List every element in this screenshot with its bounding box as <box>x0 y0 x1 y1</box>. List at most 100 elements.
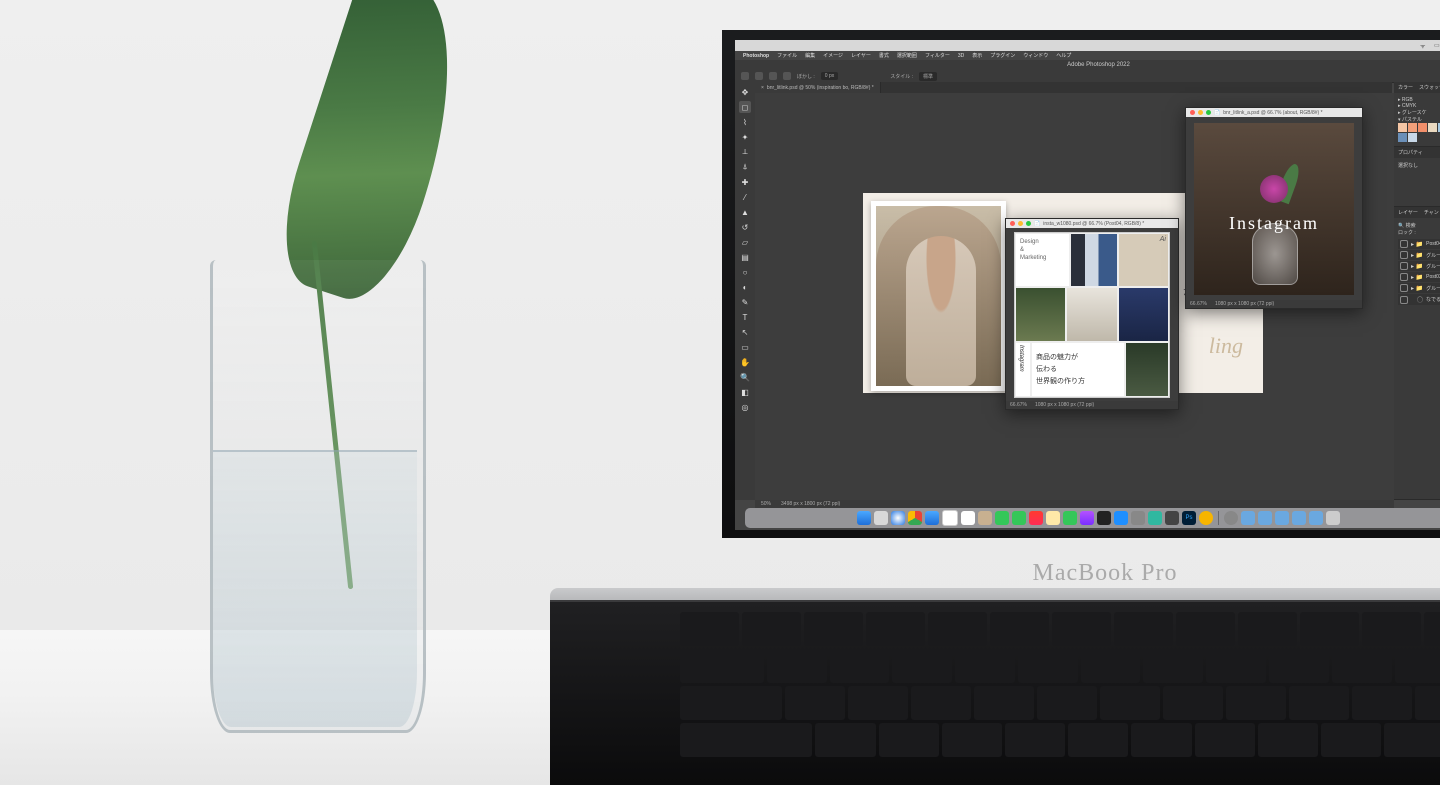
document-tab-bar[interactable]: × bnr_litlink.psd @ 50% (inspiration bo,… <box>755 82 1392 93</box>
floating-document-insta-banner[interactable]: 📄 bnr_litlink_a.psd @ 66.7% (about, RGB/… <box>1185 107 1363 309</box>
image-cell[interactable] <box>1125 342 1169 397</box>
zoom-level[interactable]: 66.67% <box>1190 301 1207 307</box>
zoom-icon[interactable] <box>1026 221 1031 226</box>
macos-menubar[interactable]: ᯤ ▭ ⌘ <box>735 40 1440 51</box>
hand-tool-icon[interactable]: ✋ <box>739 356 751 368</box>
folder-icon[interactable] <box>1309 511 1323 525</box>
image-cell[interactable] <box>1015 287 1066 342</box>
layers-panel-tab[interactable]: レイヤー <box>1398 209 1418 216</box>
folder-icon[interactable] <box>1292 511 1306 525</box>
script-text[interactable]: ling <box>1209 333 1243 359</box>
menu-edit[interactable]: 編集 <box>805 52 815 59</box>
swatch[interactable] <box>1408 123 1417 132</box>
menu-window[interactable]: ウィンドウ <box>1023 52 1048 59</box>
swatch-group[interactable]: ▸ グレースケ <box>1398 109 1440 116</box>
image-cell[interactable]: Ai <box>1118 233 1169 288</box>
layer-row[interactable]: ▸ 📁Post03 <box>1398 272 1440 282</box>
folder-icon[interactable] <box>1241 511 1255 525</box>
swatches-panel[interactable]: ▸ RGB ▸ CMYK ▸ グレースケ ▾ パステル <box>1394 93 1440 147</box>
menu-layer[interactable]: レイヤー <box>851 52 871 59</box>
menu-help[interactable]: ヘルプ <box>1056 52 1071 59</box>
channels-panel-tab[interactable]: チャン <box>1424 209 1439 216</box>
insta-post-artboard[interactable]: Design & Marketing Ai <box>1014 232 1170 398</box>
image-cell[interactable] <box>1070 233 1117 288</box>
settings-icon[interactable] <box>1131 511 1145 525</box>
canvas-area[interactable]: イン か分からない ling 📄 insta_w1080.psd @ 66.7%… <box>755 93 1394 500</box>
minimize-icon[interactable] <box>1018 221 1023 226</box>
eraser-tool-icon[interactable]: ▱ <box>739 236 751 248</box>
layer-row[interactable]: ◯なでる <box>1398 294 1440 305</box>
fg-bg-color-icon[interactable]: ◧ <box>739 386 751 398</box>
notes-icon[interactable] <box>1046 511 1060 525</box>
insta-banner-artboard[interactable]: Instagram <box>1194 123 1354 295</box>
messages-icon[interactable] <box>995 511 1009 525</box>
copy-cell[interactable]: 商品の魅力が 伝わる 世界観の作り方 <box>1031 342 1125 397</box>
window-titlebar[interactable]: 📄 bnr_litlink_a.psd @ 66.7% (about, RGB/… <box>1186 108 1362 117</box>
folder-icon[interactable] <box>1275 511 1289 525</box>
facetime-icon[interactable] <box>1012 511 1026 525</box>
photoshop-icon[interactable]: Ps <box>1182 511 1196 525</box>
window-titlebar[interactable]: 📄 insta_w1080.psd @ 66.7% (Post04, RGB/8… <box>1006 219 1178 228</box>
wand-tool-icon[interactable]: ✦ <box>739 131 751 143</box>
document-tab[interactable]: × bnr_litlink.psd @ 50% (inspiration bo,… <box>755 82 881 93</box>
layer-row[interactable]: ▸ 📁Post04 <box>1398 239 1440 249</box>
right-panel-dock[interactable]: カラー スウォッチ ▸ RGB ▸ CMYK ▸ グレースケ ▾ パステル <box>1394 82 1440 500</box>
vertical-label[interactable]: Instagram <box>1015 342 1031 397</box>
photo-card[interactable] <box>871 201 1006 391</box>
quickmask-icon[interactable]: ◎ <box>739 401 751 413</box>
menu-view[interactable]: 表示 <box>972 52 982 59</box>
swatch[interactable] <box>1398 133 1407 142</box>
image-cell[interactable] <box>1118 287 1169 342</box>
launchpad-icon[interactable] <box>874 511 888 525</box>
zoom-level[interactable]: 50% <box>761 501 771 507</box>
reminders-icon[interactable] <box>961 511 975 525</box>
macos-dock[interactable]: Ps <box>745 508 1440 528</box>
swatch[interactable] <box>1428 123 1437 132</box>
dodge-tool-icon[interactable]: ◐ <box>739 281 751 293</box>
swatch-group[interactable]: ▾ パステル <box>1398 116 1440 123</box>
calendar-icon[interactable] <box>942 510 958 526</box>
numbers-icon[interactable] <box>1063 511 1077 525</box>
lasso-tool-icon[interactable]: ⌇ <box>739 116 751 128</box>
trash-icon[interactable] <box>1326 511 1340 525</box>
tv-icon[interactable] <box>1097 511 1111 525</box>
finder-icon[interactable] <box>857 511 871 525</box>
chrome-icon[interactable] <box>908 511 922 525</box>
new-icon[interactable] <box>755 72 763 80</box>
menu-file[interactable]: ファイル <box>777 52 797 59</box>
keyboard[interactable] <box>680 612 1440 772</box>
appstore-icon[interactable] <box>1114 511 1128 525</box>
marquee-tool-icon[interactable]: ◻ <box>739 101 751 113</box>
image-cell[interactable] <box>1066 287 1117 342</box>
visibility-icon[interactable] <box>1400 251 1408 259</box>
mail-icon[interactable] <box>925 511 939 525</box>
status-bar[interactable]: 50% 3498 px x 1800 px (72 ppi) <box>755 500 1394 508</box>
app-icon[interactable] <box>1199 511 1213 525</box>
open-icon[interactable] <box>769 72 777 80</box>
tab-close-icon[interactable]: × <box>761 85 764 91</box>
contacts-icon[interactable] <box>978 511 992 525</box>
downloads-icon[interactable] <box>1224 511 1238 525</box>
path-tool-icon[interactable]: ↖ <box>739 326 751 338</box>
banner-text[interactable]: Instagram <box>1194 213 1354 234</box>
podcasts-icon[interactable] <box>1080 511 1094 525</box>
feather-field[interactable]: 0 px <box>821 72 838 80</box>
type-tool-icon[interactable]: T <box>739 311 751 323</box>
text-cell[interactable]: Design & Marketing <box>1015 233 1070 288</box>
layers-panel[interactable]: 🔍 検索 ロック : ▸ 📁Post04 ▸ 📁グルー... ▸ 📁グルー...… <box>1394 218 1440 500</box>
layer-row[interactable]: ▸ 📁グルー... <box>1398 283 1440 293</box>
menu-3d[interactable]: 3D <box>958 53 964 59</box>
floating-document-insta-post[interactable]: 📄 insta_w1080.psd @ 66.7% (Post04, RGB/8… <box>1005 218 1179 410</box>
stamp-tool-icon[interactable]: ▲ <box>739 206 751 218</box>
battery-icon[interactable]: ▭ <box>1434 42 1440 50</box>
swatch[interactable] <box>1398 123 1407 132</box>
menu-type[interactable]: 書式 <box>879 52 889 59</box>
visibility-icon[interactable] <box>1400 296 1408 304</box>
menu-photoshop[interactable]: Photoshop <box>743 53 769 59</box>
zoom-tool-icon[interactable]: 🔍 <box>739 371 751 383</box>
menu-image[interactable]: イメージ <box>823 52 843 59</box>
style-dropdown[interactable]: 標準 <box>919 72 937 81</box>
menu-select[interactable]: 選択範囲 <box>897 52 917 59</box>
menu-plugins[interactable]: プラグイン <box>990 52 1015 59</box>
music-icon[interactable] <box>1029 511 1043 525</box>
